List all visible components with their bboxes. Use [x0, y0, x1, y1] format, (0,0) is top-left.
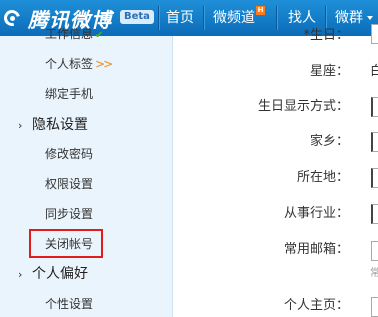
sidebar-item-change-password[interactable]: 修改密码 [45, 143, 93, 165]
homepage-input[interactable] [371, 297, 378, 317]
location-label: 所在地： [296, 170, 349, 185]
highlight-box [29, 229, 103, 258]
sidebar-item-permissions[interactable]: 权限设置 [45, 173, 93, 195]
expand-arrow-icon: › [18, 268, 23, 281]
hometown-select[interactable] [371, 132, 378, 152]
zodiac-label: 星座： [309, 64, 349, 79]
hot-badge: H [256, 6, 265, 15]
sidebar-item-bind-phone[interactable]: 绑定手机 [45, 83, 93, 105]
chevron-down-icon[interactable] [367, 16, 373, 20]
sidebar-item-work-info[interactable]: 工作信息 ✔ [45, 23, 103, 45]
homepage-label: 个人主页： [283, 298, 349, 313]
sidebar-section-preferences[interactable]: › 个人偏好 [18, 263, 88, 285]
nav-channels[interactable]: 微频道 [213, 0, 255, 36]
industry-label: 从事行业： [283, 206, 349, 221]
email-hint: 常 [370, 268, 378, 279]
hometown-label: 家乡： [309, 134, 349, 149]
settings-sidebar: 工作信息 ✔ 个人标签 >> 绑定手机 › 隐私设置 修改密码 权限设置 同步设置 关… [0, 27, 173, 317]
birthday-display-label: 生日显示方式： [257, 99, 349, 114]
birthday-display-select[interactable] [371, 97, 378, 117]
industry-select[interactable] [371, 204, 378, 224]
sidebar-item-personal-tags[interactable]: 个人标签 >> [45, 53, 113, 75]
sidebar-section-privacy[interactable]: › 隐私设置 [18, 114, 88, 136]
weibo-logo-icon [1, 7, 24, 29]
birthday-label: *生日： [303, 28, 349, 43]
sidebar-item-sync[interactable]: 同步设置 [45, 203, 93, 225]
expand-arrow-icon: › [18, 119, 23, 132]
birthday-select[interactable] [371, 24, 378, 44]
email-input[interactable] [371, 241, 378, 261]
sidebar-item-personalization[interactable]: 个性设置 [45, 293, 93, 315]
zodiac-value: 白 [370, 64, 378, 79]
nav-home[interactable]: 首页 [166, 0, 194, 36]
double-chevron-icon: >> [95, 57, 113, 71]
location-select[interactable] [371, 168, 378, 188]
email-label: 常用邮箱： [283, 242, 349, 257]
beta-badge: Beta [120, 10, 154, 24]
profile-form: *生日： 星座： 生日显示方式： 家乡： 所在地： 从事行业： 常用邮箱： 个人… [174, 28, 378, 317]
check-icon: ✔ [95, 30, 104, 41]
